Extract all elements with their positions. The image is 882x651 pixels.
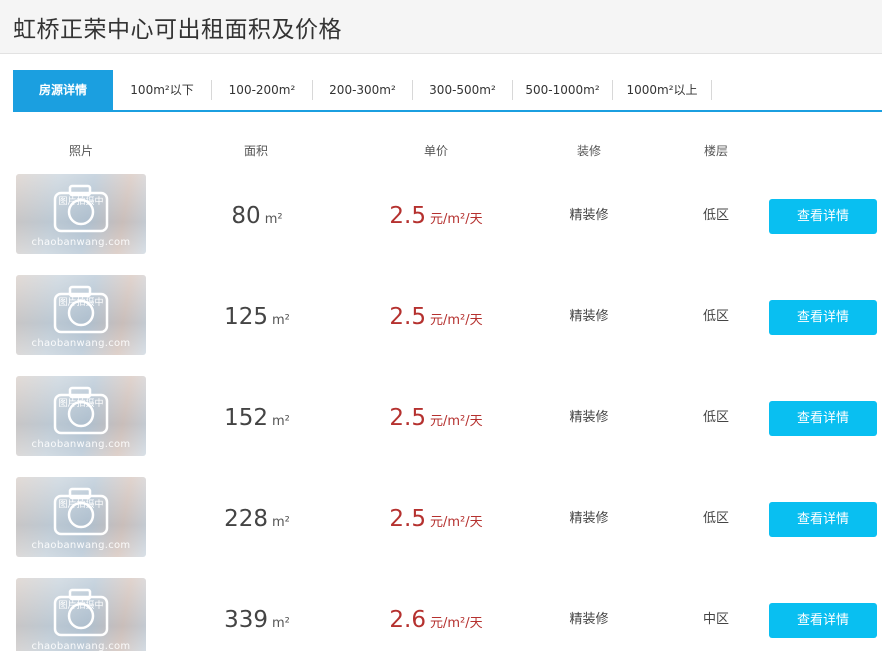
filter-tabs: 房源详情 100m²以下 100-200m² 200-300m² 300-500… xyxy=(13,70,882,112)
listing-row: 图片拍摄中 chaobanwang.com 228 m² 2.5 元/m²/天 精装… xyxy=(0,477,882,559)
photo-watermark: chaobanwang.com xyxy=(31,338,131,349)
price-unit: 元/m²/天 xyxy=(429,414,483,429)
tab-listing-details[interactable]: 房源详情 xyxy=(13,70,113,110)
photo-placeholder-text: 图片拍摄中 xyxy=(58,601,104,611)
decoration-value: 精装修 xyxy=(569,511,609,526)
tab-100-200[interactable]: 100-200m² xyxy=(212,70,312,110)
area-cell: 339 m² xyxy=(197,578,317,651)
area-value: 80 xyxy=(231,203,261,229)
price-value: 2.5 xyxy=(389,405,426,431)
listing-photo[interactable]: 图片拍摄中 chaobanwang.com xyxy=(16,275,146,355)
price-cell: 2.5 元/m²/天 xyxy=(356,275,516,355)
tab-under-100[interactable]: 100m²以下 xyxy=(113,70,211,110)
area-value: 228 xyxy=(224,506,269,532)
camera-icon xyxy=(53,588,109,637)
photo-placeholder-text: 图片拍摄中 xyxy=(58,197,104,207)
price-cell: 2.6 元/m²/天 xyxy=(356,578,516,651)
listing-row: 图片拍摄中 chaobanwang.com 125 m² 2.5 元/m²/天 精装… xyxy=(0,275,882,357)
area-cell: 152 m² xyxy=(197,376,317,456)
listing-row: 图片拍摄中 chaobanwang.com 339 m² 2.6 元/m²/天 精装… xyxy=(0,578,882,651)
tab-200-300[interactable]: 200-300m² xyxy=(313,70,412,110)
column-header-photo: 照片 xyxy=(68,144,93,158)
price-value: 2.5 xyxy=(389,304,426,330)
area-unit: m² xyxy=(272,313,290,328)
area-value: 339 xyxy=(224,607,269,633)
price-value: 2.6 xyxy=(389,607,426,633)
floor-value: 中区 xyxy=(702,612,729,627)
column-header-decoration: 装修 xyxy=(576,144,601,158)
camera-icon xyxy=(53,285,109,334)
tab-over-1000[interactable]: 1000m²以上 xyxy=(613,70,711,110)
view-details-button[interactable]: 查看详情 xyxy=(769,300,877,335)
price-cell: 2.5 元/m²/天 xyxy=(356,376,516,456)
floor-value: 低区 xyxy=(702,309,729,324)
photo-placeholder-text: 图片拍摄中 xyxy=(58,298,104,308)
decoration-value: 精装修 xyxy=(569,410,609,425)
price-unit: 元/m²/天 xyxy=(429,313,483,328)
decoration-value: 精装修 xyxy=(569,208,609,223)
view-details-button[interactable]: 查看详情 xyxy=(769,401,877,436)
tab-divider xyxy=(711,80,712,100)
camera-icon xyxy=(53,184,109,233)
area-unit: m² xyxy=(272,616,290,631)
page-header: 虹桥正荣中心可出租面积及价格 xyxy=(0,0,882,54)
floor-value: 低区 xyxy=(702,511,729,526)
price-cell: 2.5 元/m²/天 xyxy=(356,174,516,254)
photo-watermark: chaobanwang.com xyxy=(31,641,131,651)
camera-icon xyxy=(53,386,109,435)
photo-placeholder-text: 图片拍摄中 xyxy=(58,500,104,510)
area-unit: m² xyxy=(272,515,290,530)
listing-photo[interactable]: 图片拍摄中 chaobanwang.com xyxy=(16,578,146,651)
listing-row: 图片拍摄中 chaobanwang.com 80 m² 2.5 元/m²/天 精装修… xyxy=(0,174,882,256)
column-header-price: 单价 xyxy=(423,144,448,158)
tab-500-1000[interactable]: 500-1000m² xyxy=(513,70,612,110)
floor-value: 低区 xyxy=(702,410,729,425)
listing-row: 图片拍摄中 chaobanwang.com 152 m² 2.5 元/m²/天 精装… xyxy=(0,376,882,458)
listing-photo[interactable]: 图片拍摄中 chaobanwang.com xyxy=(16,174,146,254)
column-header-area: 面积 xyxy=(243,144,268,158)
floor-value: 低区 xyxy=(702,208,729,223)
column-header-floor: 楼层 xyxy=(703,144,728,158)
area-unit: m² xyxy=(272,414,290,429)
area-cell: 228 m² xyxy=(197,477,317,557)
photo-watermark: chaobanwang.com xyxy=(31,237,131,248)
view-details-button[interactable]: 查看详情 xyxy=(769,502,877,537)
price-value: 2.5 xyxy=(389,203,426,229)
tab-300-500[interactable]: 300-500m² xyxy=(413,70,512,110)
view-details-button[interactable]: 查看详情 xyxy=(769,603,877,638)
photo-watermark: chaobanwang.com xyxy=(31,439,131,450)
price-cell: 2.5 元/m²/天 xyxy=(356,477,516,557)
area-unit: m² xyxy=(264,212,283,227)
price-value: 2.5 xyxy=(389,506,426,532)
photo-watermark: chaobanwang.com xyxy=(31,540,131,551)
page-title: 虹桥正荣中心可出租面积及价格 xyxy=(13,17,342,43)
decoration-value: 精装修 xyxy=(569,612,609,627)
price-unit: 元/m²/天 xyxy=(429,515,483,530)
area-cell: 80 m² xyxy=(197,174,317,254)
area-value: 152 xyxy=(224,405,269,431)
listing-photo[interactable]: 图片拍摄中 chaobanwang.com xyxy=(16,376,146,456)
camera-icon xyxy=(53,487,109,536)
price-unit: 元/m²/天 xyxy=(429,616,483,631)
photo-placeholder-text: 图片拍摄中 xyxy=(58,399,104,409)
view-details-button[interactable]: 查看详情 xyxy=(769,199,877,234)
area-cell: 125 m² xyxy=(197,275,317,355)
area-value: 125 xyxy=(224,304,269,330)
price-unit: 元/m²/天 xyxy=(429,212,483,227)
decoration-value: 精装修 xyxy=(569,309,609,324)
listing-photo[interactable]: 图片拍摄中 chaobanwang.com xyxy=(16,477,146,557)
